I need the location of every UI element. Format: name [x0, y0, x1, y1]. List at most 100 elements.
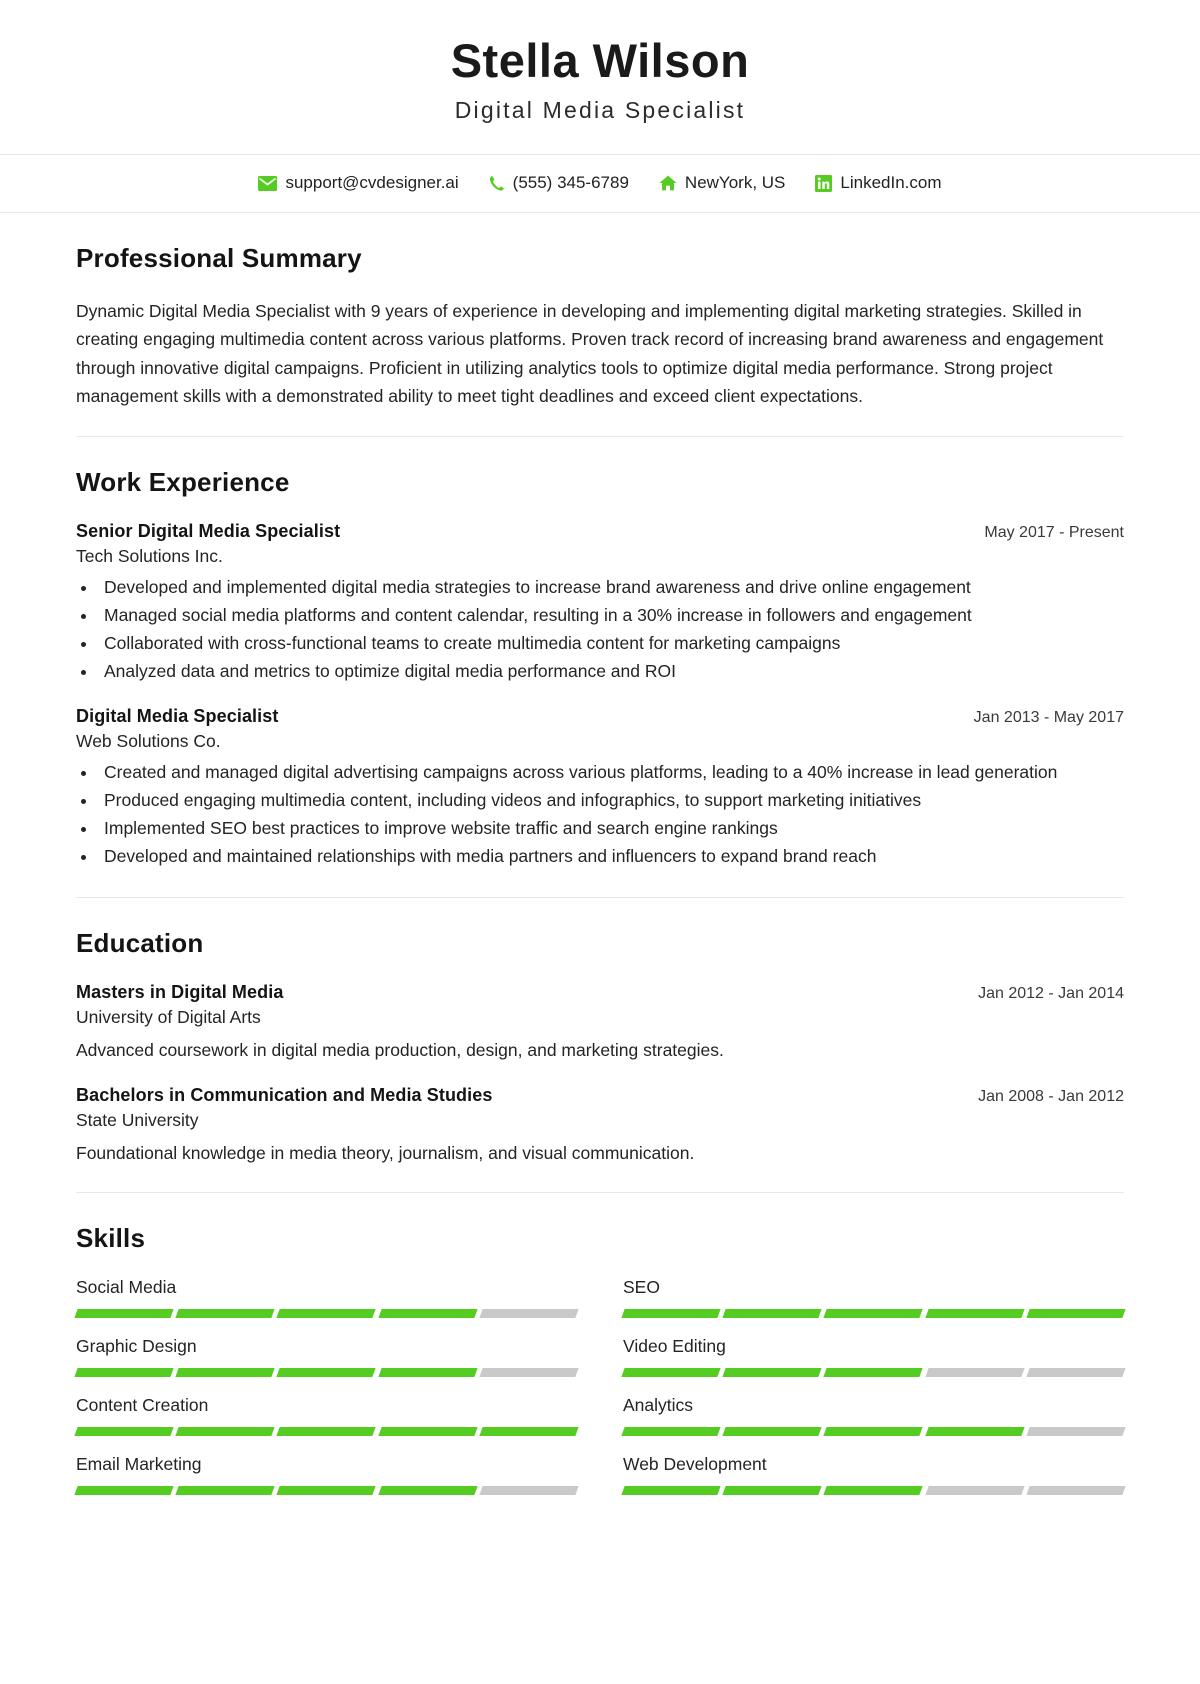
- section-title-summary: Professional Summary: [76, 243, 362, 274]
- work-company: Tech Solutions Inc.: [76, 546, 223, 567]
- education-entry-head: Masters in Digital Media Jan 2012 - Jan …: [76, 982, 1124, 1003]
- education-description: Foundational knowledge in media theory, …: [76, 1142, 695, 1163]
- skill-item: Content Creation: [74, 1395, 579, 1454]
- skill-rating-segment: [276, 1309, 377, 1319]
- linkedin-icon: [815, 174, 833, 192]
- skill-rating-bar: [621, 1486, 1126, 1496]
- skill-rating-segment: [479, 1309, 579, 1319]
- contact-phone[interactable]: (555) 345-6789: [489, 173, 629, 193]
- education-school: University of Digital Arts: [76, 1006, 261, 1027]
- skill-rating-segment: [1026, 1368, 1126, 1378]
- work-bullet: Developed and implemented digital media …: [98, 574, 1124, 601]
- skill-rating-segment: [823, 1368, 924, 1378]
- home-icon: [659, 175, 677, 191]
- skill-rating-segment: [377, 1368, 478, 1378]
- candidate-name: Stella Wilson: [450, 34, 750, 87]
- skill-rating-bar: [621, 1368, 1126, 1378]
- skill-rating-segment: [276, 1368, 377, 1378]
- skill-item: Web Development: [621, 1454, 1126, 1513]
- section-professional-summary: Professional Summary Dynamic Digital Med…: [76, 213, 1124, 438]
- skill-rating-segment: [823, 1309, 924, 1319]
- work-entry: Digital Media Specialist Jan 2013 - May …: [76, 706, 1124, 869]
- skill-rating-segment: [175, 1427, 276, 1437]
- skill-rating-segment: [722, 1486, 823, 1496]
- skill-rating-segment: [823, 1427, 924, 1437]
- education-entry: Bachelors in Communication and Media Stu…: [76, 1085, 1124, 1166]
- skill-label: Web Development: [623, 1454, 767, 1475]
- work-bullet: Created and managed digital advertising …: [98, 759, 1124, 786]
- skill-label: Graphic Design: [76, 1336, 197, 1357]
- skill-rating-segment: [1026, 1427, 1126, 1437]
- section-work-experience: Work Experience Senior Digital Media Spe…: [76, 437, 1124, 898]
- skill-rating-segment: [621, 1427, 721, 1437]
- skill-label: Social Media: [76, 1277, 177, 1298]
- education-degree: Bachelors in Communication and Media Stu…: [76, 1084, 493, 1105]
- skill-rating-segment: [377, 1309, 478, 1319]
- skill-item: Analytics: [621, 1395, 1126, 1454]
- candidate-job-title: Digital Media Specialist: [454, 97, 746, 124]
- skill-item: SEO: [621, 1277, 1126, 1336]
- section-education: Education Masters in Digital Media Jan 2…: [76, 898, 1124, 1194]
- skill-rating-segment: [74, 1309, 174, 1319]
- skill-label: Content Creation: [76, 1395, 209, 1416]
- skills-grid: Social Media SEO Graphic Design Video Editi…: [74, 1277, 1126, 1513]
- work-bullets: Created and managed digital advertising …: [98, 759, 1124, 869]
- skill-rating-segment: [276, 1427, 377, 1437]
- skill-rating-segment: [621, 1309, 721, 1319]
- education-degree: Masters in Digital Media: [76, 981, 284, 1002]
- skill-rating-segment: [924, 1486, 1025, 1496]
- work-entry-head: Senior Digital Media Specialist May 2017…: [76, 521, 1124, 542]
- section-title-skills: Skills: [76, 1223, 146, 1254]
- skill-item: Graphic Design: [74, 1336, 579, 1395]
- resume-page: Stella Wilson Digital Media Specialist s…: [0, 0, 1200, 1684]
- skill-rating-segment: [924, 1368, 1025, 1378]
- contact-bar: support@cvdesigner.ai (555) 345-6789 New…: [0, 155, 1200, 214]
- skill-rating-segment: [621, 1368, 721, 1378]
- skill-rating-segment: [722, 1368, 823, 1378]
- contact-email-text: support@cvdesigner.ai: [285, 173, 459, 193]
- work-entry-head: Digital Media Specialist Jan 2013 - May …: [76, 706, 1124, 727]
- skill-rating-segment: [74, 1427, 174, 1437]
- work-bullet: Analyzed data and metrics to optimize di…: [98, 658, 1124, 685]
- resume-header: Stella Wilson Digital Media Specialist: [0, 0, 1200, 156]
- skill-item: Video Editing: [621, 1336, 1126, 1395]
- skill-rating-bar: [621, 1427, 1126, 1437]
- contact-location-text: NewYork, US: [684, 173, 786, 193]
- skill-rating-bar: [74, 1427, 579, 1437]
- contact-phone-text: (555) 345-6789: [512, 173, 629, 193]
- envelope-icon: [258, 175, 278, 191]
- skill-label: Analytics: [623, 1395, 694, 1416]
- section-skills: Skills Social Media SEO Graphic Design Vide…: [74, 1193, 1126, 1539]
- skill-label: SEO: [623, 1277, 660, 1298]
- work-entry: Senior Digital Media Specialist May 2017…: [76, 521, 1124, 684]
- skill-rating-segment: [621, 1486, 721, 1496]
- education-description: Advanced coursework in digital media pro…: [76, 1039, 724, 1060]
- skill-item: Social Media: [74, 1277, 579, 1336]
- resume-body: Professional Summary Dynamic Digital Med…: [0, 213, 1200, 1539]
- skill-rating-segment: [1026, 1486, 1126, 1496]
- skill-rating-segment: [924, 1309, 1025, 1319]
- skill-rating-segment: [175, 1309, 276, 1319]
- section-title-work: Work Experience: [76, 467, 290, 498]
- skill-rating-segment: [74, 1486, 174, 1496]
- summary-text: Dynamic Digital Media Specialist with 9 …: [76, 301, 1104, 407]
- education-date: Jan 2012 - Jan 2014: [978, 984, 1124, 1002]
- work-bullet: Implemented SEO best practices to improv…: [98, 815, 1124, 842]
- skill-rating-segment: [924, 1427, 1025, 1437]
- skill-rating-segment: [722, 1427, 823, 1437]
- work-bullet: Collaborated with cross-functional teams…: [98, 630, 1124, 657]
- education-date: Jan 2008 - Jan 2012: [978, 1087, 1124, 1105]
- skill-rating-bar: [621, 1309, 1126, 1319]
- skill-rating-bar: [74, 1309, 579, 1319]
- skill-rating-segment: [823, 1486, 924, 1496]
- skill-rating-segment: [276, 1486, 377, 1496]
- contact-email[interactable]: support@cvdesigner.ai: [258, 173, 459, 193]
- skill-rating-segment: [479, 1368, 579, 1378]
- skill-item: Email Marketing: [74, 1454, 579, 1513]
- skill-rating-segment: [175, 1486, 276, 1496]
- skill-rating-segment: [479, 1486, 579, 1496]
- skill-label: Email Marketing: [76, 1454, 202, 1475]
- skill-rating-segment: [74, 1368, 174, 1378]
- contact-location[interactable]: NewYork, US: [659, 173, 785, 193]
- contact-linkedin[interactable]: LinkedIn.com: [815, 173, 942, 193]
